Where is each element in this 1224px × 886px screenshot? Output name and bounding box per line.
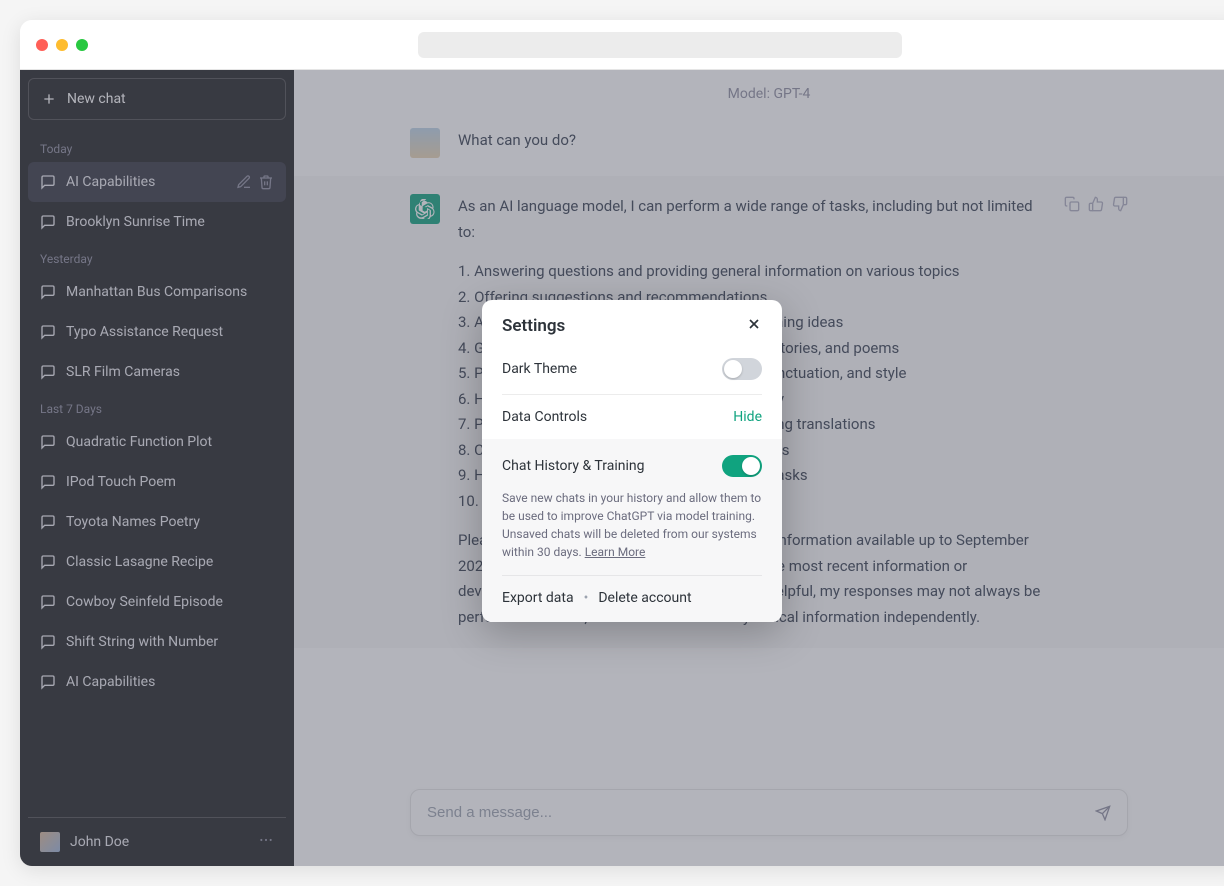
chat-history-description: Save new chats in your history and allow… xyxy=(502,489,762,561)
titlebar xyxy=(20,20,1224,70)
modal-title: Settings xyxy=(502,316,565,336)
close-icon[interactable] xyxy=(746,316,762,336)
app-window: New chat Today AI Capabilities Brooklyn … xyxy=(20,20,1224,866)
learn-more-link[interactable]: Learn More xyxy=(585,545,646,559)
separator-dot: • xyxy=(584,590,589,606)
settings-modal: Settings Dark Theme Data Controls Hide xyxy=(482,300,782,622)
export-data-link[interactable]: Export data xyxy=(502,590,574,606)
dark-theme-label: Dark Theme xyxy=(502,361,577,377)
data-controls-footer: Export data • Delete account xyxy=(502,575,762,606)
maximize-window-button[interactable] xyxy=(76,39,88,51)
hide-link[interactable]: Hide xyxy=(733,409,762,425)
body-area: New chat Today AI Capabilities Brooklyn … xyxy=(20,70,1224,866)
close-window-button[interactable] xyxy=(36,39,48,51)
data-controls-row: Data Controls Hide xyxy=(482,395,782,439)
address-bar[interactable] xyxy=(418,32,902,58)
chat-history-label: Chat History & Training xyxy=(502,458,644,474)
chat-history-toggle[interactable] xyxy=(722,455,762,477)
traffic-lights xyxy=(36,39,88,51)
delete-account-link[interactable]: Delete account xyxy=(598,590,691,606)
data-controls-label: Data Controls xyxy=(502,409,587,425)
dark-theme-toggle[interactable] xyxy=(722,358,762,380)
data-controls-panel: Chat History & Training Save new chats i… xyxy=(482,439,782,622)
minimize-window-button[interactable] xyxy=(56,39,68,51)
modal-overlay[interactable]: Settings Dark Theme Data Controls Hide xyxy=(20,70,1224,866)
modal-header: Settings xyxy=(482,300,782,344)
dark-theme-row: Dark Theme xyxy=(482,344,782,394)
